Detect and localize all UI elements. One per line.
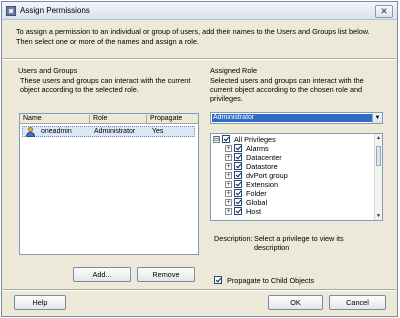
users-groups-description: These users and groups can interact with… (20, 76, 191, 94)
add-button[interactable]: Add... (73, 267, 131, 282)
privilege-checkbox[interactable] (234, 162, 242, 170)
privilege-checkbox[interactable] (222, 135, 230, 143)
assign-permissions-dialog: Assign Permissions ✕ To assign a permiss… (1, 1, 398, 317)
expand-icon[interactable]: + (225, 181, 232, 188)
collapse-icon[interactable]: ⊟ (213, 136, 220, 143)
expand-icon[interactable]: + (225, 190, 232, 197)
scroll-up-icon[interactable]: ▲ (375, 134, 382, 142)
app-icon (6, 6, 16, 16)
tree-item-label: Global (246, 198, 268, 207)
privilege-checkbox[interactable] (234, 144, 242, 152)
description-label: Description: (214, 234, 253, 243)
chevron-down-icon[interactable]: ▼ (372, 113, 382, 123)
users-groups-title: Users and Groups (18, 66, 78, 75)
tree-item-label: Host (246, 207, 262, 216)
cancel-button[interactable]: Cancel (329, 295, 386, 310)
tree-item-label: Extension (246, 180, 279, 189)
divider-top (3, 58, 396, 60)
row-role: Administrator (94, 128, 136, 135)
table-row[interactable]: oneadmin Administrator Yes (22, 126, 195, 137)
assigned-role-title: Assigned Role (210, 66, 258, 75)
expand-icon[interactable]: + (225, 163, 232, 170)
user-icon (26, 127, 35, 137)
close-button[interactable]: ✕ (375, 5, 393, 18)
expand-icon[interactable]: + (225, 199, 232, 206)
propagate-checkbox[interactable] (214, 276, 222, 284)
tree-item-label: Datacenter (246, 153, 282, 162)
users-table[interactable]: Name Role Propagate oneadmin Administrat… (19, 113, 199, 255)
intro-text: To assign a permission to an individual … (16, 27, 370, 46)
privilege-checkbox[interactable] (234, 207, 242, 215)
divider-bottom (3, 289, 396, 291)
tree-item-label: dvPort group (246, 171, 288, 180)
role-dropdown[interactable]: Administrator ▼ (210, 112, 383, 124)
column-header-name[interactable]: Name (20, 115, 90, 124)
scroll-down-icon[interactable]: ▼ (375, 212, 382, 220)
privilege-checkbox[interactable] (234, 198, 242, 206)
privilege-checkbox[interactable] (234, 153, 242, 161)
scroll-thumb[interactable] (376, 146, 381, 166)
role-dropdown-value: Administrator (212, 114, 372, 122)
expand-icon[interactable]: + (225, 208, 232, 215)
table-header: Name Role Propagate (20, 114, 198, 124)
privilege-checkbox[interactable] (234, 171, 242, 179)
privilege-checkbox[interactable] (234, 189, 242, 197)
column-header-role[interactable]: Role (90, 115, 147, 124)
tree-item-label: All Privileges (234, 135, 276, 144)
tree-item-label: Datastore (246, 162, 278, 171)
propagate-label[interactable]: Propagate to Child Objects (227, 276, 314, 285)
tree-item-label: Alarms (246, 144, 269, 153)
ok-button[interactable]: OK (268, 295, 323, 310)
assigned-role-description: Selected users and groups can interact w… (210, 76, 364, 103)
window-title: Assign Permissions (20, 6, 90, 15)
privileges-tree[interactable]: ⊟ All Privileges + Alarms + Datacenter +… (210, 133, 383, 221)
remove-button[interactable]: Remove (137, 267, 195, 282)
expand-icon[interactable]: + (225, 145, 232, 152)
description-text: Select a privilege to view its descripti… (254, 234, 344, 252)
expand-icon[interactable]: + (225, 172, 232, 179)
tree-item-label: Folder (246, 189, 267, 198)
tree-scrollbar[interactable]: ▲ ▼ (374, 134, 382, 220)
expand-icon[interactable]: + (225, 154, 232, 161)
privilege-checkbox[interactable] (234, 180, 242, 188)
help-button[interactable]: Help (14, 295, 66, 310)
row-propagate: Yes (152, 128, 164, 135)
title-bar[interactable]: Assign Permissions ✕ (2, 2, 397, 20)
column-header-propagate[interactable]: Propagate (147, 115, 198, 124)
row-name: oneadmin (41, 128, 72, 135)
